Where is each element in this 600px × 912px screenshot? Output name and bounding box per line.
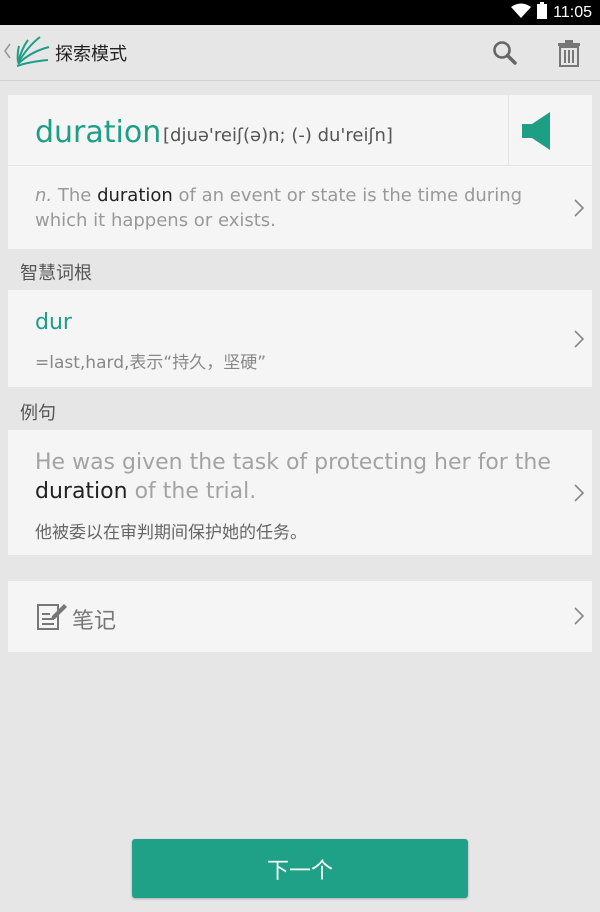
pronounce-button[interactable]	[508, 95, 593, 165]
wifi-icon	[511, 3, 532, 23]
example-card[interactable]: He was given the task of protecting her …	[8, 430, 592, 555]
back-chevron-icon[interactable]	[3, 43, 11, 63]
definition-before: The	[52, 185, 98, 206]
root-section-label: 智慧词根	[20, 263, 92, 284]
status-bar: 11:05	[0, 0, 600, 25]
chevron-right-icon[interactable]	[574, 484, 585, 506]
definition-keyword: duration	[97, 185, 173, 206]
search-icon[interactable]	[490, 38, 520, 68]
chevron-right-icon[interactable]	[574, 330, 585, 352]
word-card: duration [djuə'reiʃ(ə)n; (-) du'reiʃn] n…	[8, 95, 592, 249]
battery-icon	[537, 2, 548, 23]
example-section-label: 例句	[20, 403, 56, 424]
root-meaning: =last,hard,表示“持久，坚硬”	[35, 353, 267, 373]
trash-icon[interactable]	[554, 38, 584, 68]
app-logo-icon[interactable]	[14, 34, 50, 74]
app-title: 探索模式	[55, 44, 127, 65]
app-bar: 探索模式	[0, 25, 600, 81]
next-button[interactable]: 下一个	[132, 839, 468, 898]
root-word: dur	[35, 310, 72, 335]
chevron-right-icon[interactable]	[574, 199, 585, 221]
root-card[interactable]: dur =last,hard,表示“持久，坚硬”	[8, 290, 592, 387]
example-keyword: duration	[35, 479, 128, 504]
example-sentence: He was given the task of protecting her …	[35, 448, 555, 506]
example-translation: 他被委以在审判期间保护她的任务。	[35, 523, 307, 543]
phonetic: [djuə'reiʃ(ə)n; (-) du'reiʃn]	[163, 125, 393, 146]
chevron-right-icon[interactable]	[574, 607, 585, 629]
note-edit-icon	[36, 602, 68, 636]
headword: duration	[35, 115, 162, 150]
example-before: He was given the task of protecting her …	[35, 450, 551, 475]
speaker-icon	[519, 111, 555, 155]
word-header: duration [djuə'reiʃ(ə)n; (-) du'reiʃn]	[8, 95, 592, 166]
part-of-speech: n.	[35, 185, 53, 206]
definition[interactable]: n. The duration of an event or state is …	[35, 183, 555, 233]
notes-row[interactable]: 笔记	[8, 581, 592, 652]
clock: 11:05	[553, 3, 592, 21]
example-after: of the trial.	[127, 479, 257, 504]
notes-label: 笔记	[72, 609, 117, 634]
